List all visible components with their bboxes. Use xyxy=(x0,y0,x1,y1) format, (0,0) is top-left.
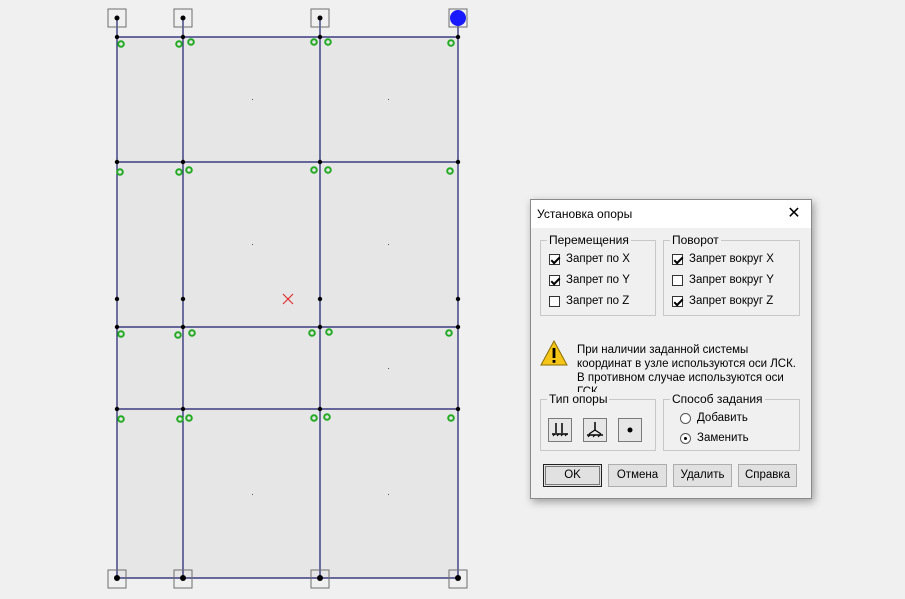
method-group: Способ задания Добавить Заменить xyxy=(663,392,800,451)
checkbox-box[interactable] xyxy=(672,274,683,286)
checkbox-label: Запрет вокруг Z xyxy=(689,295,774,307)
checkbox-box[interactable] xyxy=(672,253,683,265)
checkbox-box[interactable] xyxy=(549,295,560,307)
node[interactable] xyxy=(180,159,186,165)
restrict-z-checkbox[interactable]: Запрет по Z xyxy=(549,293,629,309)
slab-panel[interactable] xyxy=(117,162,458,327)
slab-panel[interactable] xyxy=(117,409,458,578)
delete-button[interactable]: Удалить xyxy=(673,464,732,487)
dialog-title: Установка опоры xyxy=(537,207,633,221)
pinned-support-icon xyxy=(587,422,603,438)
node[interactable] xyxy=(180,296,186,302)
close-button[interactable]: ✕ xyxy=(777,200,811,228)
node[interactable] xyxy=(114,159,120,165)
node[interactable] xyxy=(455,296,461,302)
node[interactable] xyxy=(180,575,186,581)
node[interactable] xyxy=(317,324,323,330)
radio-label: Добавить xyxy=(697,412,748,424)
restrict-rot-y-checkbox[interactable]: Запрет вокруг Y xyxy=(672,272,774,288)
fixed-support-icon xyxy=(552,423,568,437)
pinned-support-button[interactable] xyxy=(583,418,607,442)
checkbox-label: Запрет по Z xyxy=(566,295,630,307)
node-support-button[interactable] xyxy=(618,418,642,442)
node[interactable] xyxy=(114,406,120,412)
restrict-x-checkbox[interactable]: Запрет по X xyxy=(549,251,630,267)
cancel-button[interactable]: Отмена xyxy=(608,464,667,487)
radio-circle[interactable] xyxy=(680,432,691,444)
fixed-support-button[interactable] xyxy=(548,418,572,442)
node-support-icon xyxy=(627,427,633,433)
warning-icon xyxy=(540,340,568,366)
help-button[interactable]: Справка xyxy=(738,464,797,487)
node[interactable] xyxy=(317,159,323,165)
node[interactable] xyxy=(180,406,186,412)
restrict-rot-x-checkbox[interactable]: Запрет вокруг X xyxy=(672,251,774,267)
rotation-legend: Поворот xyxy=(670,233,721,247)
node[interactable] xyxy=(317,406,323,412)
selected-node[interactable] xyxy=(450,10,466,26)
close-icon: ✕ xyxy=(787,205,801,222)
node[interactable] xyxy=(114,15,120,21)
node[interactable] xyxy=(455,575,461,581)
radio-label: Заменить xyxy=(697,432,749,444)
node[interactable] xyxy=(455,159,461,165)
rotation-group: Поворот Запрет вокруг X Запрет вокруг Y … xyxy=(663,233,800,316)
node[interactable] xyxy=(114,575,120,581)
node[interactable] xyxy=(455,324,461,330)
checkbox-box[interactable] xyxy=(549,253,560,265)
restrict-y-checkbox[interactable]: Запрет по Y xyxy=(549,272,630,288)
checkbox-label: Запрет вокруг X xyxy=(689,253,774,265)
support-type-legend: Тип опоры xyxy=(547,392,610,406)
node[interactable] xyxy=(317,575,323,581)
info-text: При наличии заданной системы координат в… xyxy=(577,344,797,398)
displacements-legend: Перемещения xyxy=(547,233,631,247)
add-radio[interactable]: Добавить xyxy=(680,410,748,426)
node[interactable] xyxy=(317,15,323,21)
checkbox-box[interactable] xyxy=(549,274,560,286)
node[interactable] xyxy=(114,34,120,40)
radio-circle[interactable] xyxy=(680,412,691,424)
checkbox-box[interactable] xyxy=(672,295,683,307)
node[interactable] xyxy=(114,296,120,302)
dialog-titlebar[interactable]: Установка опоры ✕ xyxy=(531,200,811,228)
support-dialog: Установка опоры ✕ Перемещения Запрет по … xyxy=(530,199,812,499)
displacements-group: Перемещения Запрет по X Запрет по Y Запр… xyxy=(540,233,656,316)
ok-button[interactable]: OK xyxy=(543,464,602,487)
node[interactable] xyxy=(180,34,186,40)
method-legend: Способ задания xyxy=(670,392,765,406)
slab-panels xyxy=(117,37,458,578)
node[interactable] xyxy=(317,34,323,40)
node[interactable] xyxy=(180,15,186,21)
node[interactable] xyxy=(455,34,461,40)
node[interactable] xyxy=(114,324,120,330)
slab-panel[interactable] xyxy=(117,37,458,162)
checkbox-label: Запрет вокруг Y xyxy=(689,274,774,286)
node[interactable] xyxy=(180,324,186,330)
top-supports xyxy=(107,8,468,37)
node[interactable] xyxy=(455,406,461,412)
checkbox-label: Запрет по Y xyxy=(566,274,630,286)
restrict-rot-z-checkbox[interactable]: Запрет вокруг Z xyxy=(672,293,773,309)
replace-radio[interactable]: Заменить xyxy=(680,430,749,446)
slab-panel[interactable] xyxy=(117,327,458,409)
checkbox-label: Запрет по X xyxy=(566,253,630,265)
node[interactable] xyxy=(317,296,323,302)
